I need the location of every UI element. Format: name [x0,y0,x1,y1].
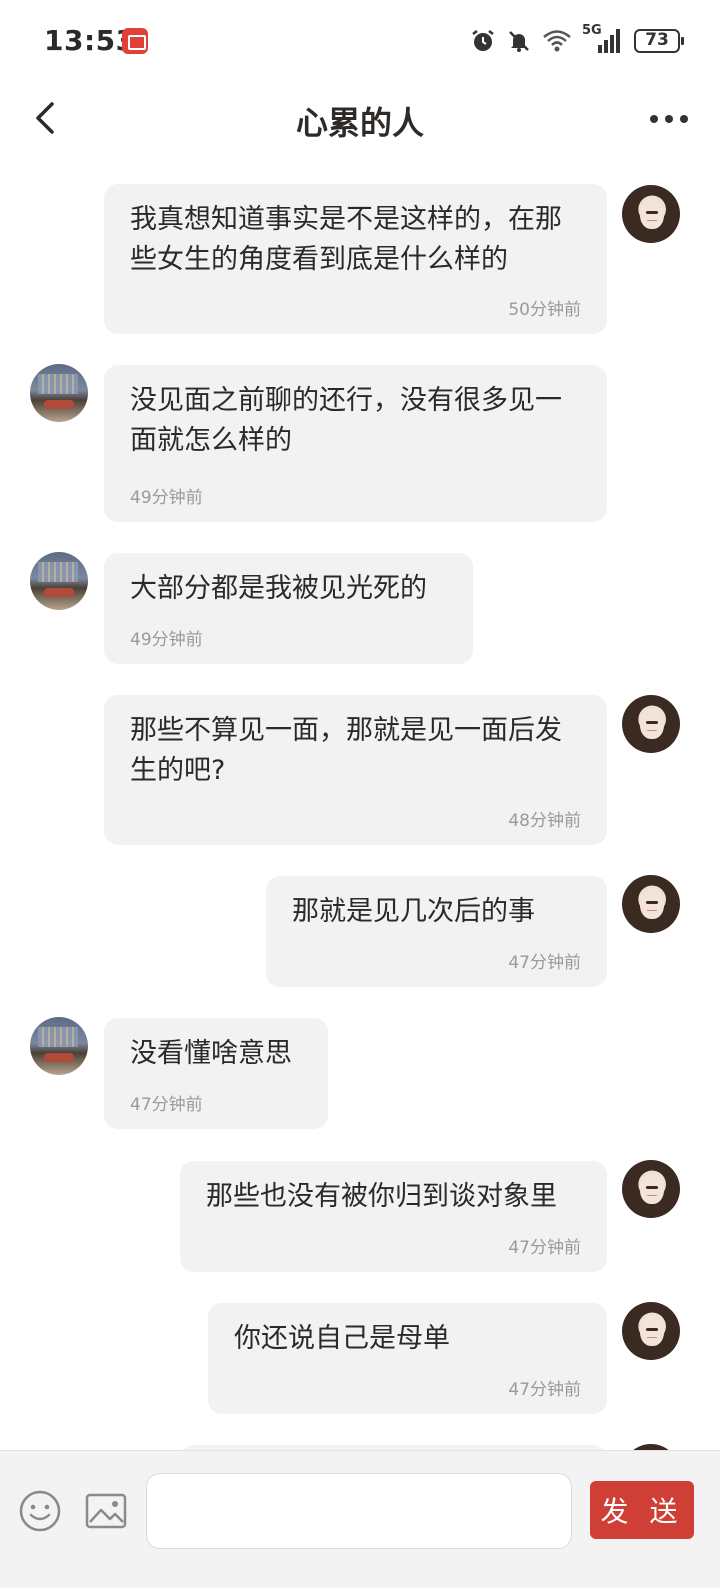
message-text: 那些也没有被你归到谈对象里 [206,1181,557,1212]
alarm-icon [472,30,494,51]
message-bubble[interactable]: 我真想知道事实是不是这样的，在那些女生的角度看到底是什么样的 50分钟前 [104,184,607,334]
status-icons: 5G 73 [470,23,684,56]
chat-header: 心累的人 [0,82,720,158]
my-avatar[interactable] [622,1160,680,1218]
message-bubble[interactable]: 那些不算见一面，那就是见一面后发生的吧? 48分钟前 [104,695,607,845]
wifi-icon [543,30,571,52]
message-bubble[interactable]: 那些也没有被你归到谈对象里 47分钟前 [180,1161,607,1272]
message-time: 49分钟前 [130,488,203,508]
message-time: 47分钟前 [130,1095,203,1115]
message-text: 那就是见几次后的事 [292,896,535,927]
my-avatar[interactable] [622,1302,680,1360]
message-time: 49分钟前 [130,630,203,650]
message-bubble[interactable]: 大部分都是我被见光死的 49分钟前 [104,553,473,664]
message-text: 我真想知道事实是不是这样的，在那些女生的角度看到底是什么样的 [130,204,562,275]
message-bubble[interactable]: 你还说自己是母单 47分钟前 [208,1303,607,1414]
composer-bar: 发 送 [0,1450,720,1588]
message-text: 没见面之前聊的还行，没有很多见一面就怎么样的 [130,385,562,456]
message-time: 48分钟前 [508,811,581,831]
more-horizontal-icon [650,115,688,123]
send-button[interactable]: 发 送 [590,1481,694,1539]
contact-avatar[interactable] [30,364,88,422]
more-options-button[interactable] [648,104,692,134]
message-text: 大部分都是我被见光死的 [130,573,427,604]
my-avatar[interactable] [622,695,680,753]
message-time: 50分钟前 [508,300,581,320]
message-time: 47分钟前 [508,953,581,973]
message-text: 你还说自己是母单 [234,1323,450,1354]
battery-icon: 73 [634,29,684,53]
message-text: 那些不算见一面，那就是见一面后发生的吧? [130,715,562,786]
mute-icon [509,31,529,52]
chat-screen: 13:53 5G 73 心累的人 我真想知道事实是不是这样的，在那些女生的角度看… [0,0,720,1588]
message-text: 没看懂啥意思 [130,1038,292,1069]
page-title: 心累的人 [295,104,424,142]
message-time: 47分钟前 [508,1238,581,1258]
message-list: 我真想知道事实是不是这样的，在那些女生的角度看到底是什么样的 50分钟前 没见面… [0,158,720,1450]
emoji-icon [19,1490,61,1532]
message-bubble[interactable]: 没看懂啥意思 47分钟前 [104,1018,328,1129]
status-bar: 13:53 5G 73 [0,0,720,82]
message-input[interactable] [146,1473,572,1549]
emoji-button[interactable] [18,1489,62,1533]
image-button[interactable] [84,1491,128,1531]
message-bubble[interactable]: 没见面之前聊的还行，没有很多见一面就怎么样的 49分钟前 [104,365,607,522]
message-time: 47分钟前 [508,1380,581,1400]
contact-avatar[interactable] [30,552,88,610]
app-notification-icon [122,28,148,54]
my-avatar[interactable] [622,875,680,933]
my-avatar[interactable] [622,185,680,243]
contact-avatar[interactable] [30,1017,88,1075]
message-bubble[interactable]: 那就是见几次后的事 47分钟前 [266,876,607,987]
image-icon [85,1493,127,1529]
signal-icon: 5G [582,23,624,55]
